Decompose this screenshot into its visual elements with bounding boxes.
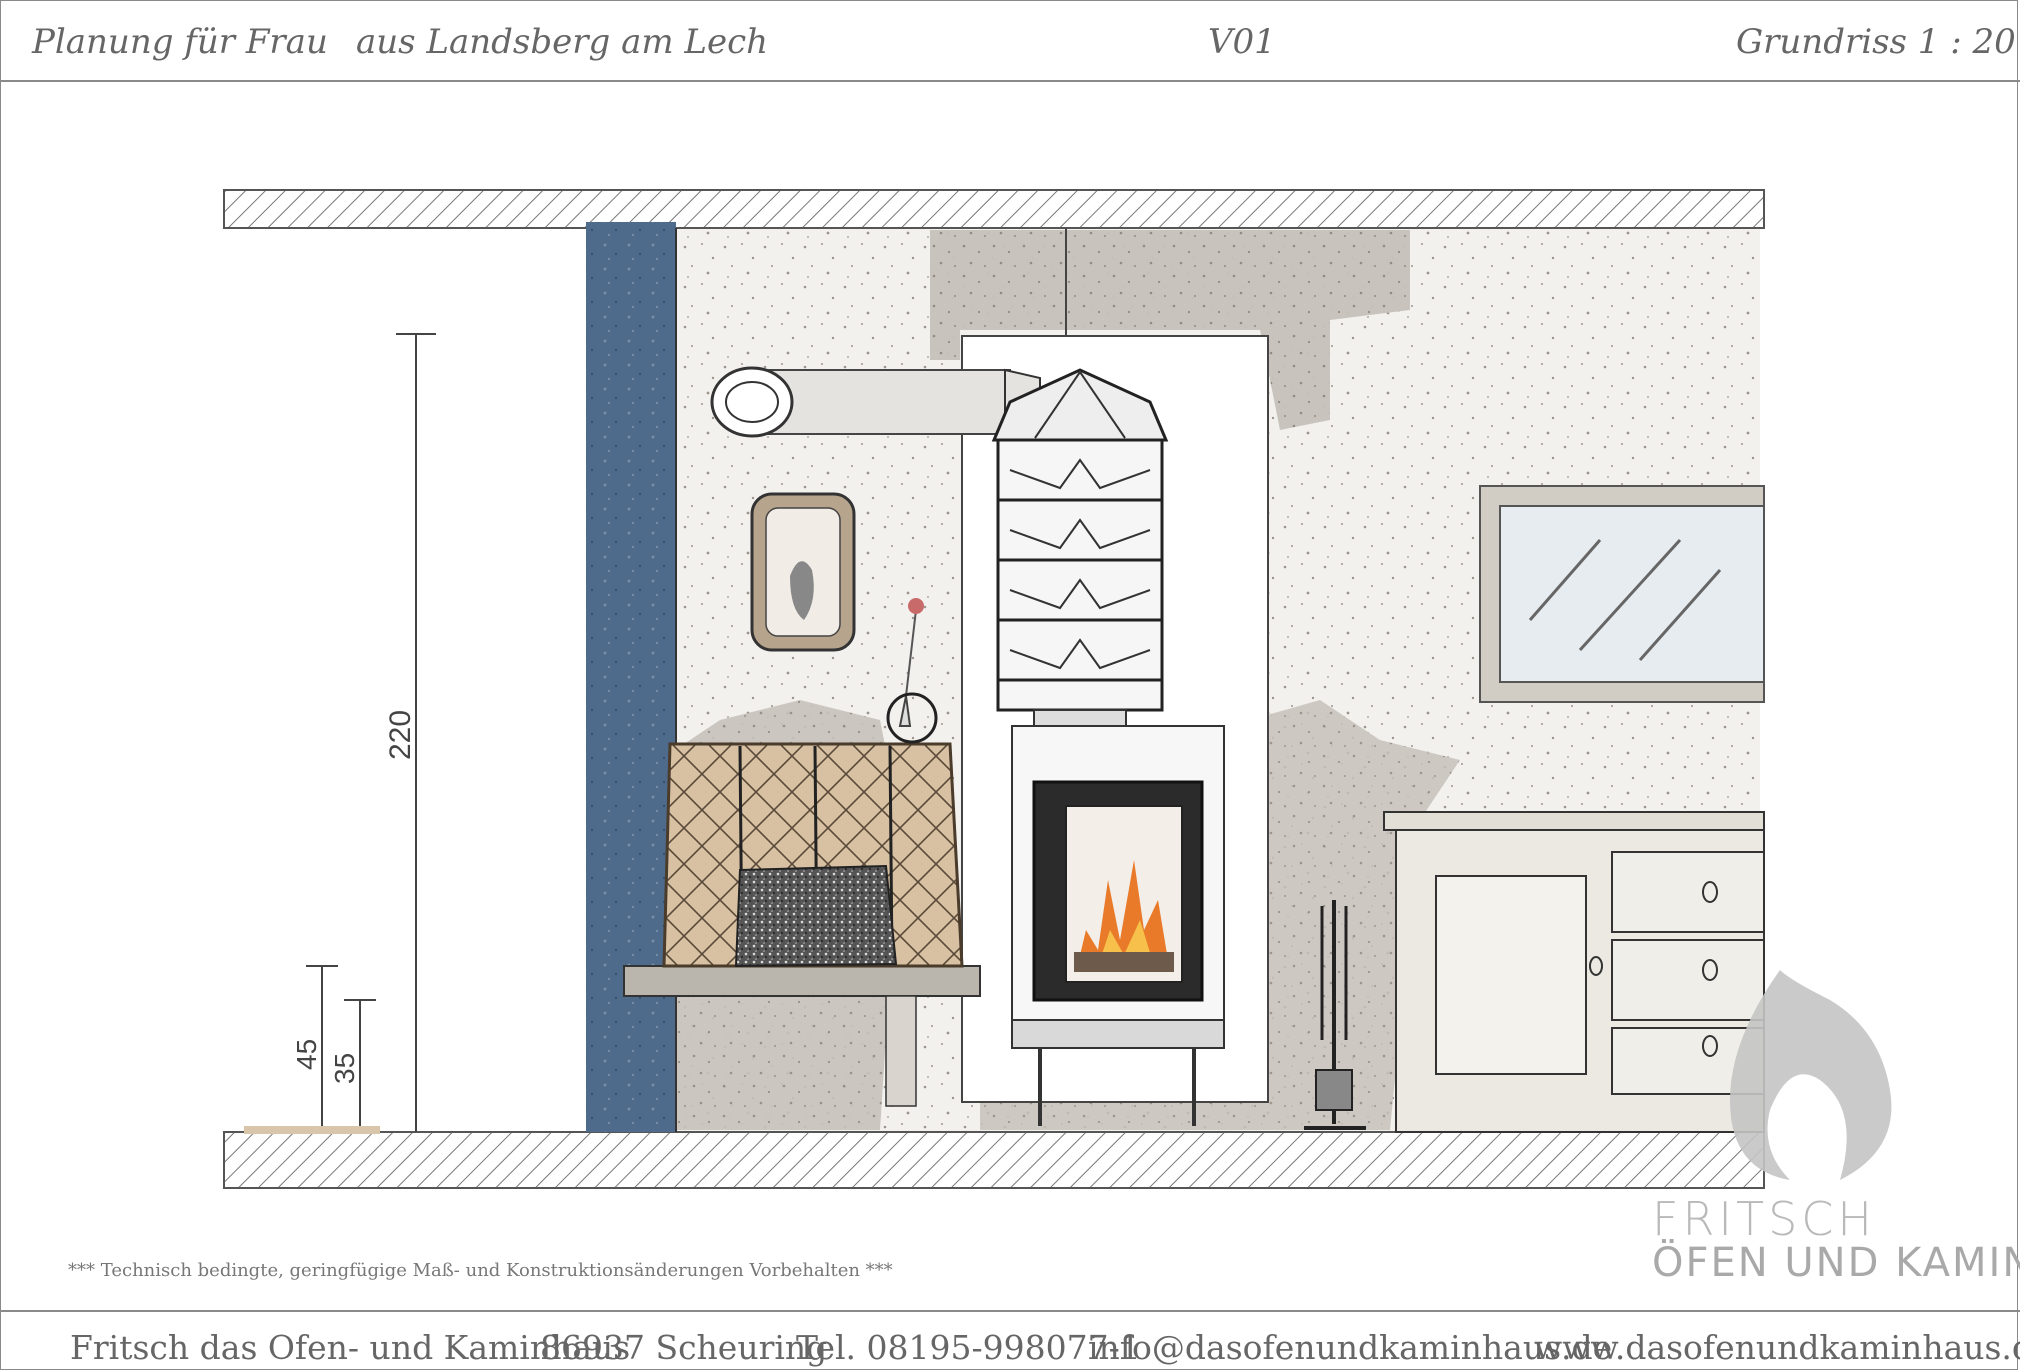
logo-wordmark-fritsch: FRITSCH	[1652, 1192, 1876, 1246]
ceiling-hatch	[223, 189, 1765, 229]
footer-address: 86937 Scheuring	[540, 1328, 828, 1367]
dimension-35: 35	[329, 1053, 360, 1084]
fireplace-elevation-drawing: 220 45 35	[223, 189, 1892, 1189]
footer-website[interactable]: www.dasofenundkaminhaus.de	[1534, 1328, 2020, 1367]
logo-wordmark-tagline: ÖFEN UND KAMINE	[1652, 1240, 2020, 1286]
dimension-220: 220	[384, 710, 417, 760]
floor-hatch	[223, 1131, 1765, 1189]
pillow	[734, 864, 898, 968]
bench-top	[623, 965, 981, 997]
disclaimer-note: *** Technisch bedingte, geringfügige Maß…	[68, 1260, 893, 1281]
dimension-45: 45	[291, 1039, 322, 1070]
stovepipe	[759, 369, 1011, 435]
